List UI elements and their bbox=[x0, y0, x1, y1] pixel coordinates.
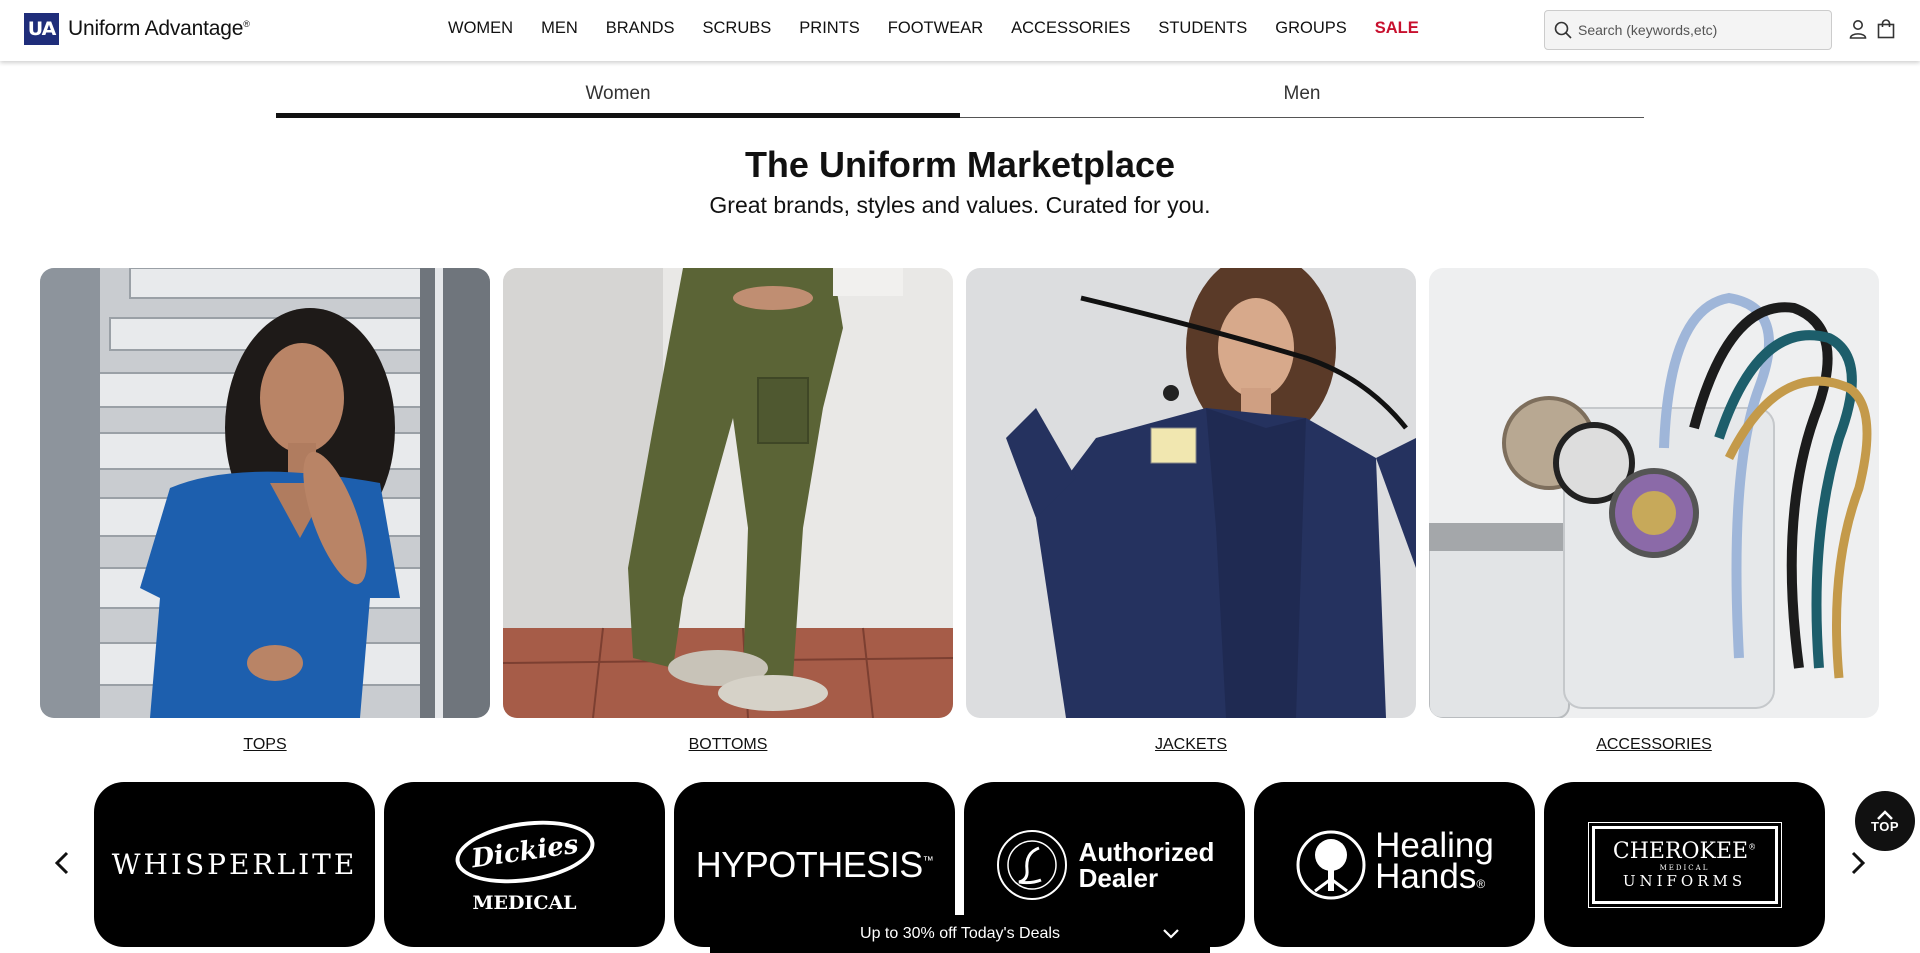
brand-dickies-medical[interactable]: Dickies MEDICAL bbox=[384, 782, 665, 947]
healing-registered: ® bbox=[1476, 876, 1486, 891]
brand-whisperlite[interactable]: WHISPERLITE bbox=[94, 782, 375, 947]
page-title: The Uniform Marketplace bbox=[744, 144, 1176, 185]
gender-tabs: Women Men bbox=[276, 78, 1644, 118]
dickies-logo-text: Dickies bbox=[469, 829, 580, 874]
cherokee-uniforms-text: UNIFORMS bbox=[1622, 872, 1747, 890]
category-image-accessories[interactable] bbox=[1429, 268, 1879, 718]
back-to-top-button[interactable]: TOP bbox=[1855, 791, 1915, 851]
healing-hands-text: Healing Hands® bbox=[1375, 828, 1494, 900]
tree-logo-icon bbox=[1296, 830, 1366, 899]
category-image-tops[interactable] bbox=[40, 268, 490, 718]
category-link-bottoms[interactable]: BOTTOMS bbox=[503, 736, 953, 754]
dickies-logo: Dickies bbox=[451, 812, 598, 891]
category-link-tops[interactable]: TOPS bbox=[40, 736, 490, 754]
carousel-prev-arrow-icon[interactable] bbox=[48, 848, 78, 878]
todays-deals-bar[interactable]: Up to 30% off Today's Deals bbox=[710, 915, 1210, 953]
healing-line-2: Hands bbox=[1375, 856, 1477, 896]
back-to-top-label: TOP bbox=[1871, 818, 1899, 834]
littmann-seal-icon bbox=[996, 829, 1067, 900]
dickies-medical-text: MEDICAL bbox=[472, 891, 577, 914]
ua-logo-icon[interactable]: UA bbox=[24, 13, 59, 45]
nav-scrubs[interactable]: SCRUBS bbox=[703, 19, 772, 38]
littmann-line-1: Authorized bbox=[1078, 836, 1215, 867]
nav-accessories[interactable]: ACCESSORIES bbox=[1011, 19, 1130, 38]
nav-prints[interactable]: PRINTS bbox=[799, 19, 860, 38]
hypothesis-logo: HYPOTHESIS™ bbox=[696, 844, 934, 886]
search-box[interactable] bbox=[1544, 10, 1832, 50]
nav-sale[interactable]: SALE bbox=[1375, 19, 1419, 38]
category-link-accessories[interactable]: ACCESSORIES bbox=[1429, 736, 1879, 754]
search-icon bbox=[1554, 21, 1572, 39]
hypothesis-logo-text: HYPOTHESIS bbox=[695, 843, 924, 885]
nav-women[interactable]: WOMEN bbox=[448, 19, 513, 38]
category-image-bottoms[interactable] bbox=[503, 268, 953, 718]
chevron-down-icon bbox=[1163, 929, 1179, 939]
category-link-jackets[interactable]: JACKETS bbox=[966, 736, 1416, 754]
littmann-line-2: Dealer bbox=[1078, 862, 1159, 893]
whisperlite-logo: WHISPERLITE bbox=[111, 848, 358, 881]
page-subtitle: Great brands, styles and values. Curated… bbox=[709, 192, 1211, 218]
cherokee-medical-text: MEDICAL bbox=[1659, 864, 1710, 872]
nav-footwear[interactable]: FOOTWEAR bbox=[888, 19, 983, 38]
brand-cherokee-uniforms[interactable]: CHEROKEE® MEDICAL UNIFORMS bbox=[1544, 782, 1825, 947]
account-icon[interactable] bbox=[1849, 19, 1867, 39]
carousel-next-arrow-icon[interactable] bbox=[1842, 848, 1872, 878]
bottoms-photo bbox=[503, 268, 953, 718]
logo-trademark: ® bbox=[243, 19, 250, 29]
search-input[interactable] bbox=[1578, 22, 1818, 38]
cherokee-logo: CHEROKEE® MEDICAL UNIFORMS bbox=[1587, 821, 1782, 908]
nav-men[interactable]: MEN bbox=[541, 19, 578, 38]
category-image-jackets[interactable] bbox=[966, 268, 1416, 718]
brand-healing-hands[interactable]: Healing Hands® bbox=[1254, 782, 1535, 947]
todays-deals-label: Up to 30% off Today's Deals bbox=[860, 925, 1060, 942]
logo-name[interactable]: Uniform Advantage bbox=[68, 17, 243, 40]
cherokee-registered: ® bbox=[1748, 842, 1757, 852]
nav-brands[interactable]: BRANDS bbox=[606, 19, 675, 38]
tab-women[interactable]: Women bbox=[276, 78, 960, 118]
logo-text[interactable]: Uniform Advantage® bbox=[68, 17, 250, 41]
jackets-photo bbox=[966, 268, 1416, 718]
site-header: UA Uniform Advantage® WOMEN MEN BRANDS S… bbox=[0, 0, 1920, 61]
nav-students[interactable]: STUDENTS bbox=[1158, 19, 1247, 38]
tab-men[interactable]: Men bbox=[960, 78, 1644, 118]
hypothesis-trademark: ™ bbox=[922, 854, 934, 867]
cherokee-logo-text: CHEROKEE bbox=[1612, 839, 1749, 864]
main-nav: WOMEN MEN BRANDS SCRUBS PRINTS FOOTWEAR … bbox=[448, 19, 1447, 38]
accessories-photo bbox=[1429, 268, 1879, 718]
littmann-text: Authorized Dealer bbox=[1079, 839, 1215, 891]
tops-photo bbox=[40, 268, 490, 718]
shopping-bag-icon[interactable] bbox=[1877, 19, 1895, 39]
nav-groups[interactable]: GROUPS bbox=[1275, 19, 1347, 38]
